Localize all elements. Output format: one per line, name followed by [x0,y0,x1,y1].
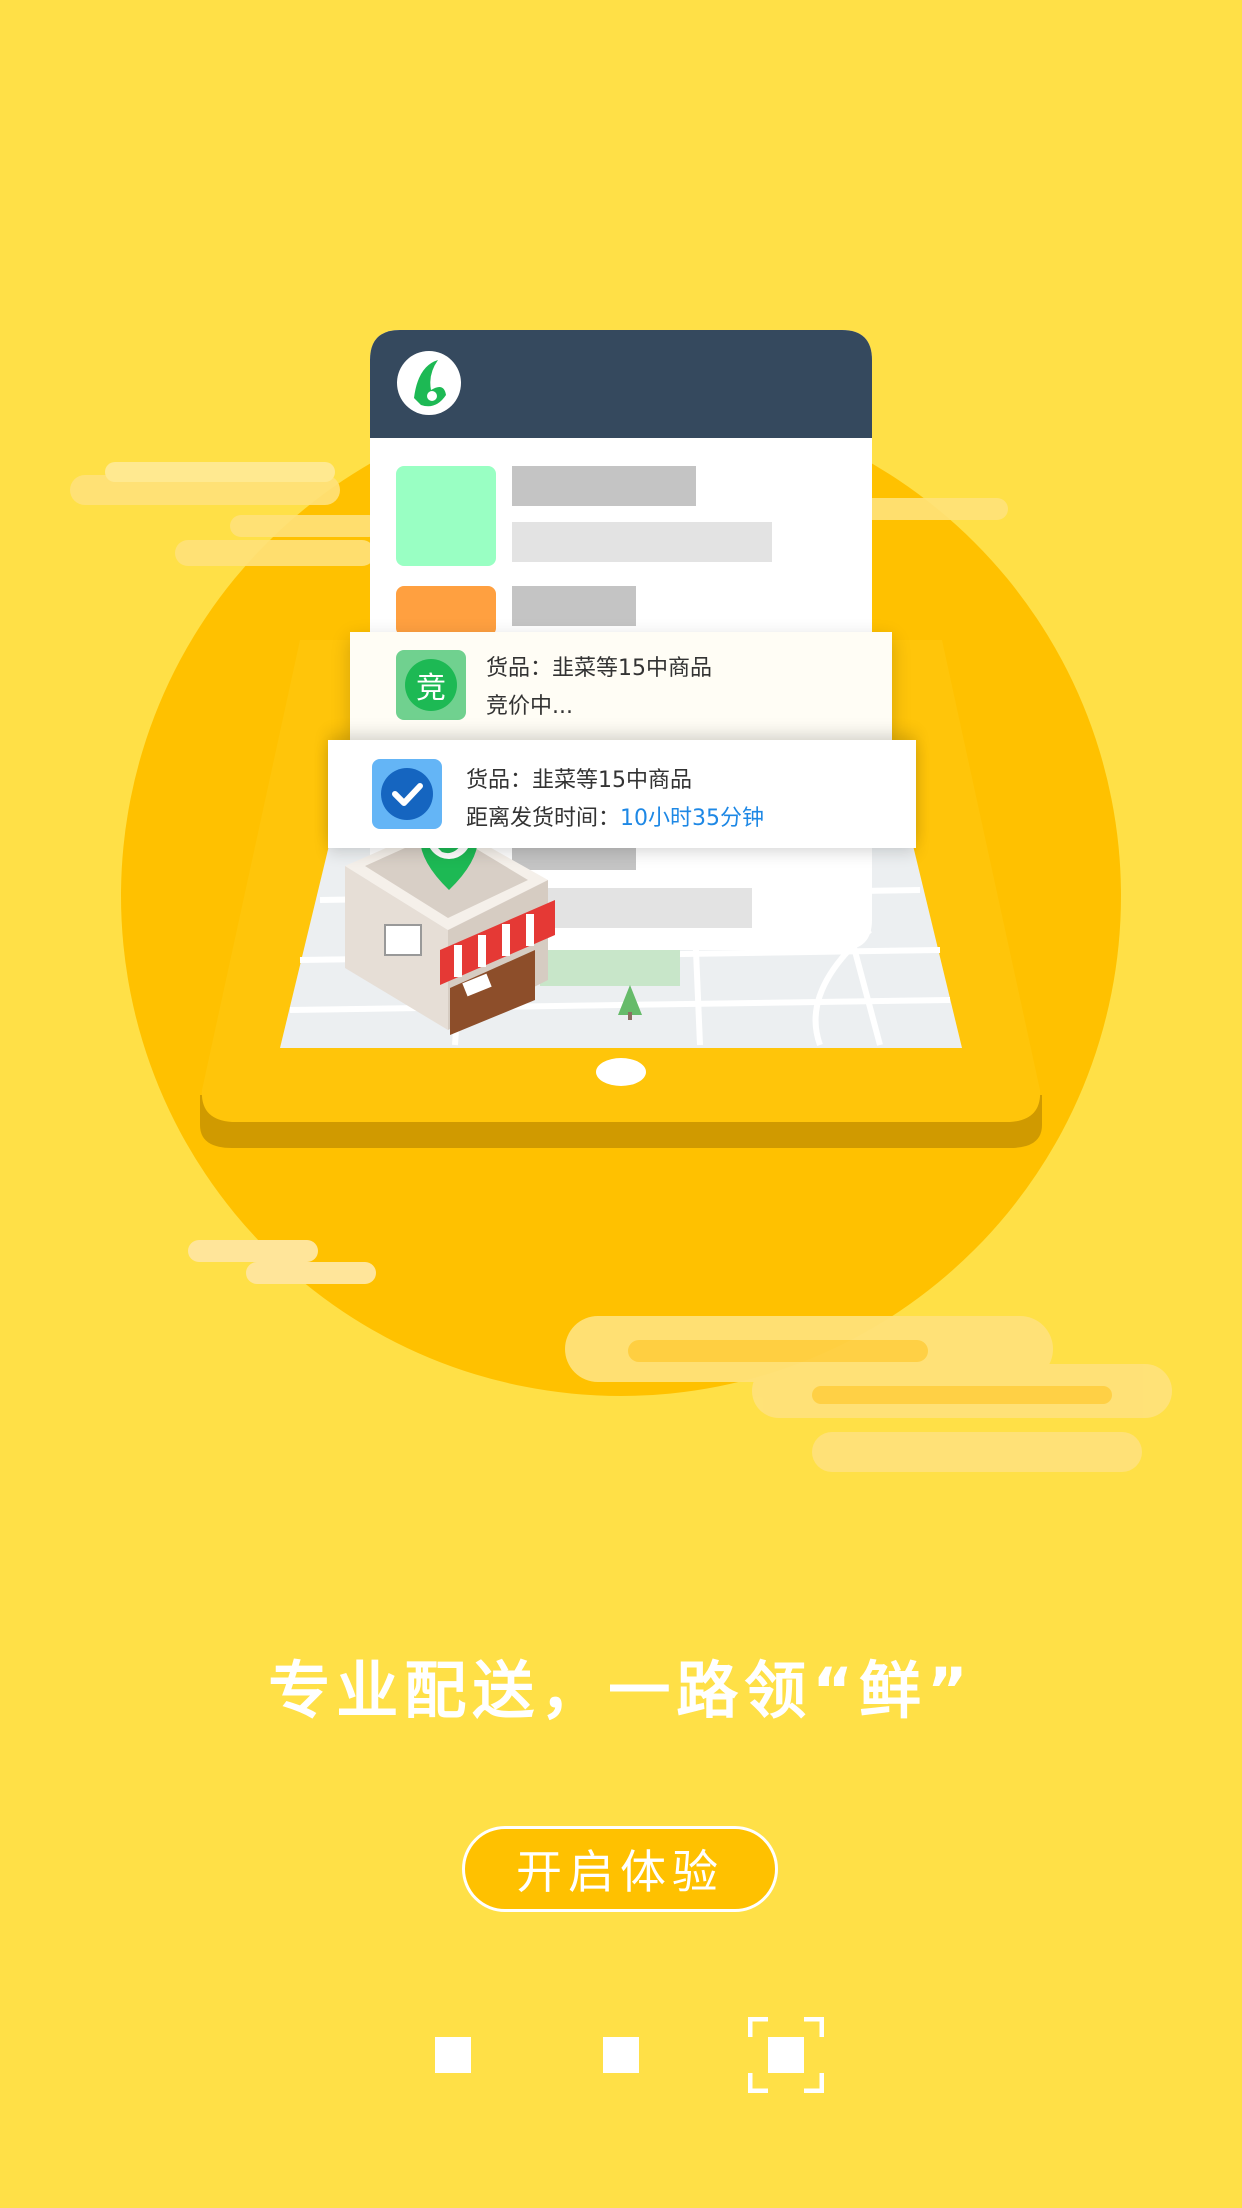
checkmark-icon [381,768,433,820]
bid-circle: 竞 [405,659,457,711]
start-experience-button[interactable]: 开启体验 [462,1826,778,1912]
shipment-goods-text: 货品：韭菜等15中商品 [466,768,692,793]
bidding-card[interactable]: 竞 货品：韭菜等15中商品 竞价中... [350,632,892,740]
bid-badge: 竞 [396,650,466,720]
cloud-right-top [860,498,1008,520]
slogan-title: 专业配送，一路领“鲜” [268,1654,974,1727]
shipment-countdown-text: 距离发货时间：10小时35分钟 [466,800,764,832]
countdown-label: 距离发货时间： [466,806,621,831]
active-indicator-frame [748,2017,824,2093]
shipment-card[interactable]: 货品：韭菜等15中商品 距离发货时间：10小时35分钟 [328,740,916,848]
page-indicator-1[interactable] [435,2037,471,2073]
page-indicator-2[interactable] [603,2037,639,2073]
check-badge [372,759,442,829]
home-button-icon [596,1058,646,1086]
bid-goods-text: 货品：韭菜等15中商品 [486,656,712,681]
countdown-value: 10小时35分钟 [620,806,765,831]
bid-status-text: 竞价中... [486,694,573,719]
